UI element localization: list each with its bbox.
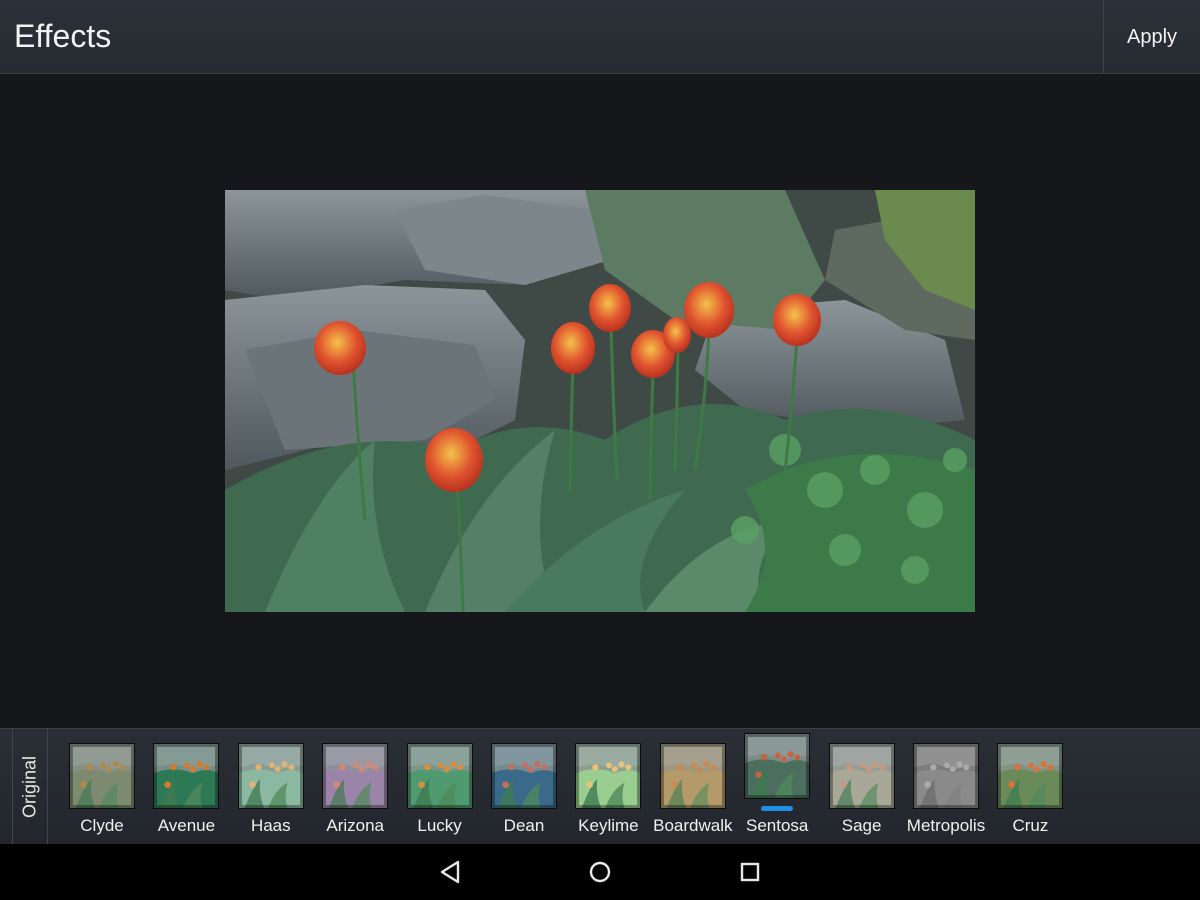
effect-thumbnail-avenue (153, 743, 220, 809)
image-canvas (0, 74, 1200, 728)
effect-thumbnail-sentosa (744, 733, 811, 799)
selected-indicator (761, 806, 794, 811)
effect-thumbnail-boardwalk (659, 743, 726, 809)
effect-sage[interactable]: Sage (820, 729, 904, 845)
effect-metropolis[interactable]: Metropolis (904, 729, 988, 845)
effect-thumbnail-cruz (997, 743, 1064, 809)
back-icon[interactable] (430, 856, 470, 888)
original-label: Original (19, 755, 40, 819)
effect-avenue[interactable]: Avenue (144, 729, 228, 845)
effect-thumbnail-clyde (69, 743, 135, 809)
effect-thumbnail-lucky (406, 743, 473, 809)
recents-icon[interactable] (730, 856, 770, 888)
effect-thumbnail-keylime (575, 743, 642, 809)
home-icon[interactable] (580, 856, 620, 888)
effect-dean[interactable]: Dean (482, 729, 566, 845)
effect-sentosa[interactable]: Sentosa (735, 729, 819, 845)
effects-filmstrip: Original Clyde Avenue Haas Arizona Lucky Dean… (0, 728, 1200, 845)
effect-lucky[interactable]: Lucky (398, 729, 482, 845)
effect-thumbnail-arizona (322, 743, 389, 809)
effect-clyde[interactable]: Clyde (60, 729, 144, 845)
effect-haas[interactable]: Haas (229, 729, 313, 845)
apply-button[interactable]: Apply (1103, 0, 1200, 74)
system-nav-bar (0, 844, 1200, 900)
effect-arizona[interactable]: Arizona (313, 729, 397, 845)
effect-label: Cruz (1012, 816, 1049, 835)
effect-cruz[interactable]: Cruz (988, 729, 1072, 845)
page-title: Effects (14, 18, 112, 54)
effect-keylime[interactable]: Keylime (566, 729, 650, 845)
effect-thumbnail-dean (491, 743, 557, 809)
original-button[interactable]: Original (12, 729, 48, 845)
effect-thumbnail-haas (237, 743, 304, 809)
action-bar: Effects Apply (0, 0, 1200, 74)
effect-boardwalk[interactable]: Boardwalk (651, 729, 735, 845)
effect-thumbnail-sage (828, 743, 895, 809)
effect-thumbnail-metropolis (913, 743, 979, 809)
preview-photo (225, 190, 975, 612)
